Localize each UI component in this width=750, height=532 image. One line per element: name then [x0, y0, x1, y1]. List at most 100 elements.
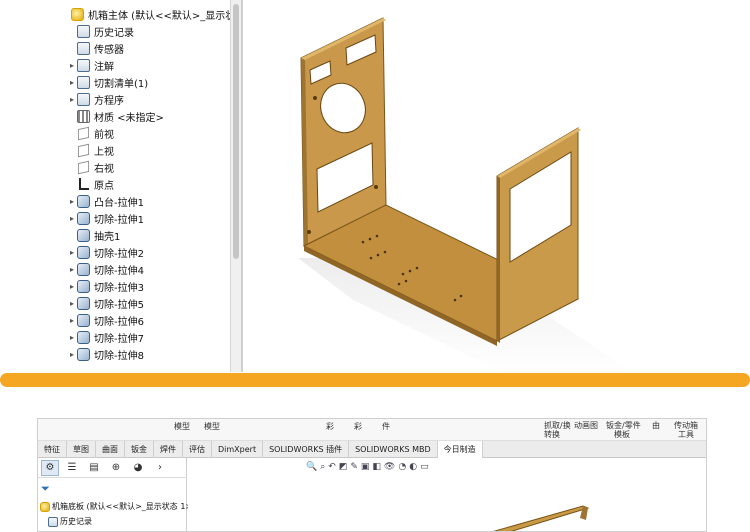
ribbon-label[interactable]: 件	[382, 422, 390, 431]
tree-item[interactable]: ▸ 注解	[67, 57, 114, 74]
tree-item[interactable]: ▸ 切除-拉伸5	[67, 295, 144, 312]
configuration-manager-tab[interactable]: ▤	[85, 460, 103, 476]
tree-item[interactable]: ▸ 切除-拉伸1	[67, 210, 144, 227]
tab-evaluate[interactable]: 评估	[183, 441, 212, 458]
property-manager-tab[interactable]: ☰	[63, 460, 81, 476]
hide-show-icon[interactable]: 👁	[384, 462, 395, 472]
expand-caret-icon[interactable]: ▸	[67, 316, 77, 325]
history-icon	[77, 25, 90, 38]
graphics-viewport[interactable]	[243, 0, 750, 372]
cut-extrude-icon	[77, 314, 90, 327]
ribbon-label[interactable]: 动画图	[574, 421, 598, 430]
tree-item-history[interactable]: 历史记录	[48, 515, 92, 528]
ribbon-label[interactable]: 工具	[678, 430, 694, 439]
feature-manager-panel: ⚙ ☰ ▤ ⊕ ◕ › ⏷ 机箱底板 (默认<<默认>_显示状态 1> 历史记录	[38, 458, 192, 531]
tree-item-root[interactable]: 机箱底板 (默认<<默认>_显示状态 1>	[40, 500, 192, 513]
dimxpert-manager-tab[interactable]: ⊕	[107, 460, 125, 476]
tab-sheet-metal[interactable]: 钣金	[125, 441, 154, 458]
tree-item-label: 右视	[94, 164, 114, 175]
expand-caret-icon[interactable]: ▸	[67, 282, 77, 291]
top-solidworks-window: 机箱主体 (默认<<默认>_显示状态 1>历史记录传感器▸注解▸切割清单(1)▸…	[0, 0, 750, 372]
tree-item[interactable]: 材质 <未指定>	[67, 108, 164, 125]
ribbon-label[interactable]: 钣金/零件	[606, 421, 641, 430]
expand-caret-icon[interactable]: ▸	[67, 299, 77, 308]
ribbon-label[interactable]: 彩	[326, 422, 334, 431]
ribbon-label[interactable]: 模型	[174, 422, 190, 431]
tab-weldments[interactable]: 焊件	[154, 441, 183, 458]
expand-caret-icon[interactable]: ▸	[67, 197, 77, 206]
tree-item-label: 切除-拉伸6	[94, 317, 144, 328]
expand-caret-icon[interactable]: ▸	[67, 214, 77, 223]
tree-item[interactable]: ▸ 凸台-拉伸1	[67, 193, 144, 210]
tree-item[interactable]: 传感器	[67, 40, 124, 57]
expand-caret-icon[interactable]: ▸	[67, 350, 77, 359]
tree-scrollbar[interactable]	[230, 0, 241, 372]
view-orientation-icon[interactable]: 🔍	[306, 462, 317, 472]
scrollbar-thumb[interactable]	[233, 4, 239, 259]
expand-caret-icon[interactable]: ▸	[67, 61, 77, 70]
ribbon-label[interactable]: 转换	[544, 430, 560, 439]
ribbon-label[interactable]: 模型	[204, 422, 220, 431]
expand-arrow[interactable]: ›	[151, 460, 169, 476]
feature-manager-tab[interactable]: ⚙	[41, 459, 59, 476]
tree-item[interactable]: 原点	[67, 176, 114, 193]
tree-item[interactable]: 前视	[67, 125, 114, 142]
part-root-icon	[71, 8, 84, 21]
config-icon: ▤	[89, 462, 99, 473]
ribbon-label[interactable]: 抓取/换	[544, 421, 571, 430]
hole	[307, 230, 311, 234]
display-manager-tab[interactable]: ◕	[129, 460, 147, 476]
tree-item[interactable]: ▸ 切除-拉伸6	[67, 312, 144, 329]
filter-icon[interactable]: ⏷	[41, 482, 50, 496]
tab-features[interactable]: 特征	[38, 441, 67, 458]
previous-view-icon[interactable]: ↶	[328, 462, 336, 472]
tree-item-label: 前视	[94, 130, 114, 141]
tree-item-label: 方程序	[94, 96, 124, 107]
shell-icon	[77, 229, 90, 242]
expand-caret-icon[interactable]: ▸	[67, 333, 77, 342]
ribbon-label[interactable]: 由	[652, 421, 660, 430]
ribbon-label[interactable]: 彩	[354, 422, 362, 431]
tab-dimxpert[interactable]: DimXpert	[212, 441, 264, 458]
expand-caret-icon[interactable]: ▸	[67, 78, 77, 87]
tab-solidworks-mbd[interactable]: SOLIDWORKS MBD	[349, 441, 438, 458]
plane-icon	[77, 160, 90, 175]
tree-item[interactable]: ▸ 切除-拉伸4	[67, 261, 144, 278]
section-view-icon[interactable]: ◩	[339, 462, 348, 472]
ribbon-label[interactable]: 模板	[614, 430, 630, 439]
bottom-solidworks-window: 模型 模型 彩 彩 件 抓取/换 动画图 钣金/零件 转换 模板 由 传动箱 工…	[37, 418, 707, 532]
tree-item[interactable]: ▸ 切除-拉伸7	[67, 329, 144, 346]
edit-appearance-icon[interactable]: ◔	[398, 462, 406, 472]
cut-extrude-icon	[77, 280, 90, 293]
plane-icon	[77, 126, 90, 141]
tree-item[interactable]: 抽壳1	[67, 227, 120, 244]
tree-item-label: 切除-拉伸4	[94, 266, 144, 277]
expand-caret-icon[interactable]: ▸	[67, 95, 77, 104]
tree-item[interactable]: ▸ 切除-拉伸8	[67, 346, 144, 363]
tree-item[interactable]: ▸ 切除-拉伸3	[67, 278, 144, 295]
graphics-viewport-2[interactable]	[188, 458, 706, 531]
expand-caret-icon[interactable]: ▸	[67, 248, 77, 257]
tab-make-today[interactable]: 今日制造	[437, 441, 483, 458]
tree-item[interactable]: 历史记录	[67, 23, 134, 40]
cutlist-icon	[77, 76, 90, 89]
tree-item[interactable]: 机箱主体 (默认<<默认>_显示状态 1>	[61, 6, 241, 23]
tree-item[interactable]: 右视	[67, 159, 114, 176]
display-style-icon[interactable]: ◧	[372, 462, 381, 472]
zoom-area-icon[interactable]: ⌕	[320, 462, 325, 472]
tab-surfaces[interactable]: 曲面	[96, 441, 125, 458]
tab-sketch[interactable]: 草图	[67, 441, 96, 458]
view-cube-icon[interactable]: ▣	[361, 462, 370, 472]
expand-caret-icon[interactable]: ▸	[67, 265, 77, 274]
manager-tab-bar: ⚙ ☰ ▤ ⊕ ◕ ›	[38, 458, 187, 478]
dynamic-annotation-icon[interactable]: ✎	[350, 462, 358, 472]
ribbon-label[interactable]: 传动箱	[674, 421, 698, 430]
tree-item[interactable]: 上视	[67, 142, 114, 159]
view-settings-icon[interactable]: ▭	[420, 462, 429, 472]
tab-solidworks-addins[interactable]: SOLIDWORKS 插件	[263, 441, 350, 458]
scene-icon[interactable]: ◐	[409, 462, 417, 472]
tree-item[interactable]: ▸ 切除-拉伸2	[67, 244, 144, 261]
origin-icon	[77, 178, 90, 191]
tree-item[interactable]: ▸ 方程序	[67, 91, 124, 108]
tree-item[interactable]: ▸ 切割清单(1)	[67, 74, 148, 91]
